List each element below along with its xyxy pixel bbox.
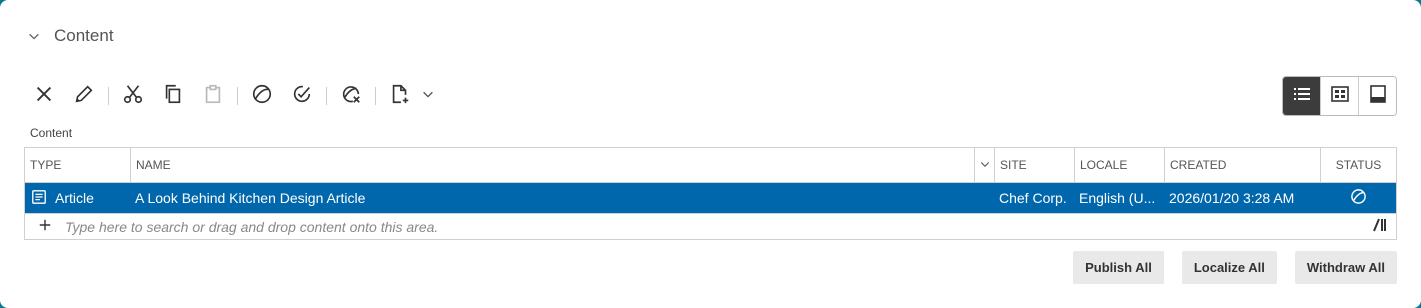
toolbar-separator: [375, 87, 376, 105]
type-label: Article: [55, 190, 94, 206]
chevron-down-icon: [421, 87, 435, 106]
preview-view-button[interactable]: [1358, 77, 1396, 115]
grid-label: Content: [30, 126, 73, 140]
site-cell: Chef Corp.: [999, 190, 1067, 206]
cut-button[interactable]: [117, 80, 149, 112]
close-button[interactable]: [28, 80, 60, 112]
name-cell: A Look Behind Kitchen Design Article: [135, 190, 366, 206]
withdraw-button[interactable]: [335, 80, 367, 112]
library-button[interactable]: [1364, 217, 1396, 236]
approve-button[interactable]: [286, 80, 318, 112]
status-cell: [1320, 183, 1396, 213]
close-icon: [33, 83, 55, 110]
column-header-name[interactable]: NAME: [130, 148, 974, 182]
toolbar: [28, 80, 444, 112]
copy-button[interactable]: [157, 80, 189, 112]
column-header-type[interactable]: TYPE: [25, 148, 130, 182]
paste-button[interactable]: [197, 80, 229, 112]
new-content-dropdown[interactable]: [420, 80, 436, 112]
column-header-site[interactable]: SITE: [994, 148, 1074, 182]
edit-button[interactable]: [68, 80, 100, 112]
created-cell: 2026/01/20 3:28 AM: [1169, 190, 1295, 206]
publish-all-button[interactable]: Publish All: [1073, 251, 1164, 284]
content-grid: TYPE NAME SITE LOCALE CREATED STATUS Art…: [24, 147, 1397, 240]
list-view-button[interactable]: [1283, 77, 1320, 115]
column-header-status[interactable]: STATUS: [1320, 148, 1396, 182]
thumbnail-view-button[interactable]: [1320, 77, 1358, 115]
toolbar-separator: [326, 87, 327, 105]
list-icon: [1292, 84, 1312, 109]
new-content-button[interactable]: [384, 80, 416, 112]
bulk-actions: Publish All Localize All Withdraw All: [1073, 251, 1397, 284]
chevron-down-icon: [979, 158, 991, 173]
search-drop-input[interactable]: [65, 218, 1364, 235]
sort-toggle[interactable]: [974, 148, 994, 182]
grid-icon: [1330, 84, 1350, 109]
in-production-icon: [1350, 188, 1367, 208]
publish-button[interactable]: [246, 80, 278, 112]
pencil-icon: [73, 83, 95, 110]
preview-icon: [1368, 84, 1388, 109]
copy-icon: [162, 83, 184, 110]
add-button[interactable]: [25, 218, 65, 235]
add-content-row: [25, 213, 1396, 239]
toolbar-separator: [108, 87, 109, 105]
content-panel: Content Content TYPE NAME SITE LOCALE CR…: [0, 0, 1421, 308]
type-cell: Article: [25, 183, 130, 213]
section-title: Content: [54, 26, 114, 45]
view-mode-switch: [1282, 76, 1397, 116]
publish-icon: [251, 83, 273, 110]
withdraw-icon: [340, 83, 362, 110]
approve-icon: [291, 83, 313, 110]
localize-all-button[interactable]: Localize All: [1181, 251, 1277, 284]
new-content-icon: [389, 83, 411, 110]
article-icon: [31, 189, 47, 208]
paste-icon: [202, 83, 224, 110]
scissors-icon: [122, 83, 144, 110]
locale-cell: English (U...: [1079, 190, 1156, 206]
table-row[interactable]: Article A Look Behind Kitchen Design Art…: [25, 183, 1396, 213]
column-header-created[interactable]: CREATED: [1164, 148, 1320, 182]
plus-icon: [38, 218, 52, 235]
section-toggle[interactable]: Content: [26, 24, 114, 48]
toolbar-separator: [237, 87, 238, 105]
withdraw-all-button[interactable]: Withdraw All: [1294, 251, 1397, 284]
chevron-down-icon: [26, 28, 42, 44]
library-icon: [1372, 217, 1388, 236]
grid-header: TYPE NAME SITE LOCALE CREATED STATUS: [25, 148, 1396, 183]
column-header-locale[interactable]: LOCALE: [1074, 148, 1164, 182]
